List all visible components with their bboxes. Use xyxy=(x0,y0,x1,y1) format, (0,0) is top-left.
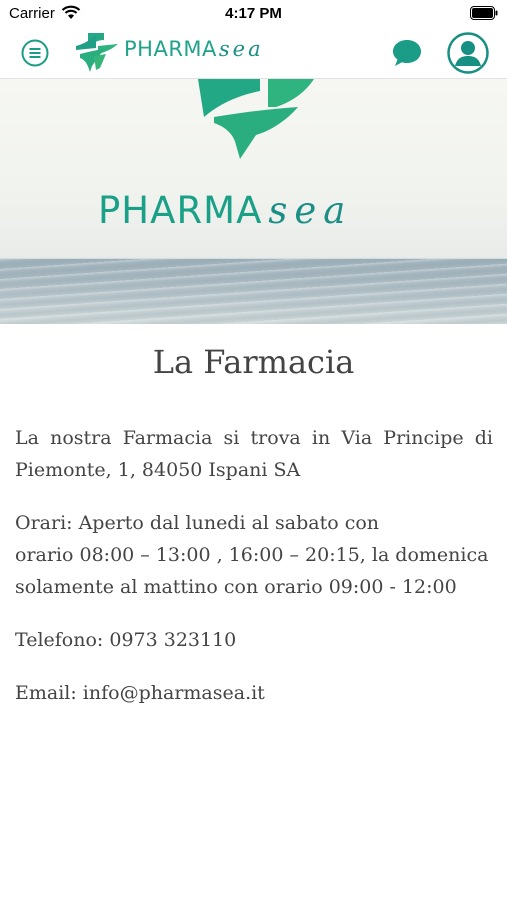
address-text: La nostra Farmacia si trova in Via Princ… xyxy=(15,427,493,481)
header-brand-script: sea xyxy=(218,37,264,61)
opening-hours-line-2: orario 08:00 – 13:00 , 16:00 – 20:15, la… xyxy=(15,544,489,598)
phone-text[interactable]: Telefono: 0973 323110 xyxy=(15,624,493,656)
hero-banner: PHARMA sea xyxy=(0,79,507,324)
pharmacy-cross-logo-icon xyxy=(76,33,118,72)
opening-hours-line-1: Orari: Aperto dal lunedi al sabato con xyxy=(15,512,380,534)
status-time: 4:17 PM xyxy=(225,5,282,22)
page-title: La Farmacia xyxy=(152,343,355,381)
user-profile-icon[interactable] xyxy=(447,32,489,74)
email-text[interactable]: Email: info@pharmasea.it xyxy=(15,677,493,709)
header-brand-logo: PHARMAsea xyxy=(124,37,264,61)
chat-bubble-icon[interactable] xyxy=(390,36,424,70)
hero-brand-script: sea xyxy=(268,189,353,232)
hero-brand-text: PHARMA xyxy=(98,189,263,232)
status-bar: Carrier 4:17 PM xyxy=(0,0,507,28)
header-brand-text: PHARMA xyxy=(124,37,217,61)
hero-sea-image xyxy=(0,259,507,324)
app-header: PHARMAsea xyxy=(0,28,507,79)
battery-icon xyxy=(470,6,498,20)
hero-brand-logo: PHARMA sea xyxy=(98,189,352,232)
pharmacy-cross-logo-icon xyxy=(198,79,314,159)
opening-hours-text: Orari: Aperto dal lunedi al sabato con o… xyxy=(15,507,493,603)
menu-icon[interactable] xyxy=(21,39,49,67)
pharmacy-info: La nostra Farmacia si trova in Via Princ… xyxy=(15,422,493,730)
